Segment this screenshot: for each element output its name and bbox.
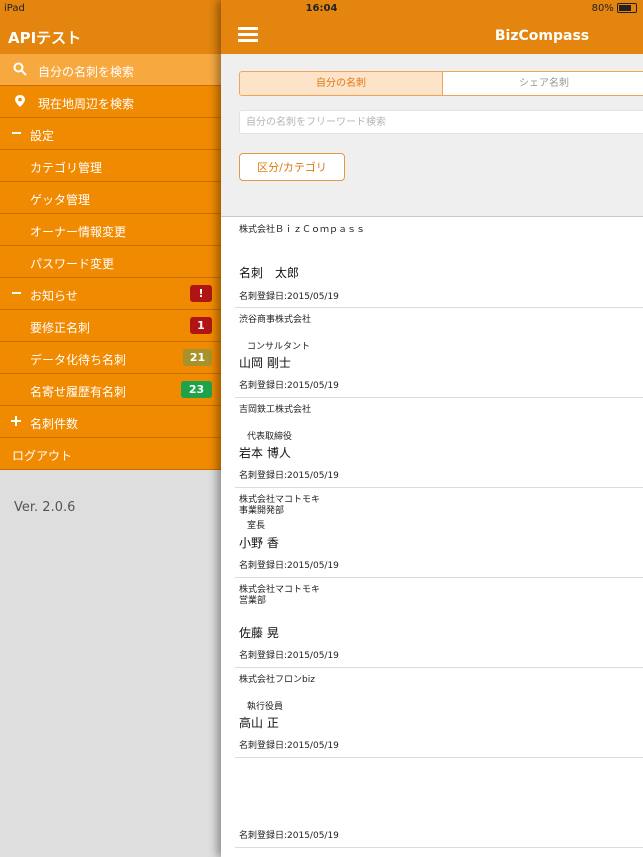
sidebar-item-settings[interactable]: 設定 — [0, 118, 221, 150]
company-name: 株式会社マコトモキ 営業部 — [239, 585, 321, 606]
person-name: 佐藤 晃 — [239, 626, 279, 640]
sidebar-item-label: 設定 — [30, 129, 55, 143]
search-icon — [13, 62, 27, 76]
tab-shared-cards[interactable]: シェア名刺 — [443, 72, 643, 95]
company-name: 吉岡鉄工株式会社 — [239, 405, 312, 415]
battery-indicator: 80% — [592, 3, 637, 14]
page-title: BizCompass — [494, 28, 590, 44]
sidebar-item-notices[interactable]: お知らせ ! — [0, 278, 221, 310]
sidebar-item-label: オーナー情報変更 — [30, 225, 127, 239]
job-title: 室長 — [247, 521, 266, 531]
sidebar-item-label: 現在地周辺を検索 — [38, 97, 135, 111]
list-item[interactable]: 株式会社ＢｉｚＣｏｍｐａｓｓ 名刺 太郎 名刺登録日:2015/05/19 — [235, 217, 643, 308]
list-item[interactable]: 吉岡鉄工株式会社 代表取締役 岩本 博人 名刺登録日:2015/05/19 — [235, 397, 643, 488]
registration-date: 名刺登録日:2015/05/19 — [239, 561, 339, 571]
company-name: 株式会社マコトモキ 事業開発部 — [239, 495, 321, 516]
person-name: 山岡 剛士 — [239, 356, 291, 370]
company-name: 株式会社ＢｉｚＣｏｍｐａｓｓ — [239, 225, 366, 235]
registration-date: 名刺登録日:2015/05/19 — [239, 471, 339, 481]
sidebar-item-search-nearby[interactable]: 現在地周辺を検索 — [0, 86, 221, 118]
sidebar-item-label: 名寄せ履歴有名刺 — [30, 385, 127, 399]
sidebar-item-label: 自分の名刺を検索 — [38, 65, 135, 79]
sidebar-item-getter-management[interactable]: ゲッタ管理 — [0, 182, 221, 214]
person-name: 小野 香 — [239, 536, 279, 550]
battery-icon — [617, 3, 637, 13]
sidebar-item-label: ゲッタ管理 — [30, 193, 91, 207]
sidebar-item-label: 名刺件数 — [30, 417, 79, 431]
person-name: 高山 正 — [239, 716, 279, 730]
job-title: 執行役員 — [247, 702, 284, 712]
minus-icon — [12, 292, 21, 294]
list-item[interactable]: 渋谷商事株式会社 コンサルタント 山岡 剛士 名刺登録日:2015/05/19 — [235, 307, 643, 398]
sidebar-item-card-count[interactable]: 名刺件数 — [0, 406, 221, 438]
filter-panel: 自分の名刺 シェア名刺 自分の名刺をフリーワード検索 区分/カテゴリ — [221, 54, 643, 217]
notice-badge: ! — [190, 285, 212, 302]
registration-date: 名刺登録日:2015/05/19 — [239, 292, 339, 302]
sidebar-item-label: データ化待ち名刺 — [30, 353, 127, 367]
job-title: コンサルタント — [247, 342, 311, 352]
registration-date: 名刺登録日:2015/05/19 — [239, 831, 339, 841]
registration-date: 名刺登録日:2015/05/19 — [239, 741, 339, 751]
list-item[interactable]: 株式会社マコトモキ 事業開発部 室長 小野 香 名刺登録日:2015/05/19 — [235, 487, 643, 578]
count-badge: 21 — [183, 349, 212, 366]
location-pin-icon — [15, 95, 25, 107]
plus-icon — [11, 416, 21, 426]
company-name: 渋谷商事株式会社 — [239, 315, 312, 325]
sidebar-item-label: ログアウト — [12, 449, 73, 463]
list-item[interactable]: 名刺登録日:2015/05/19 — [235, 757, 643, 848]
list-item[interactable]: 株式会社フロンbiz 執行役員 高山 正 名刺登録日:2015/05/19 — [235, 667, 643, 758]
sidebar-item-label: パスワード変更 — [30, 257, 115, 271]
sidebar-item-category-management[interactable]: カテゴリ管理 — [0, 150, 221, 182]
registration-date: 名刺登録日:2015/05/19 — [239, 651, 339, 661]
person-name: 岩本 博人 — [239, 446, 291, 460]
clock: 16:04 — [305, 3, 338, 14]
tab-own-cards[interactable]: 自分の名刺 — [240, 72, 443, 95]
company-name: 株式会社フロンbiz — [239, 675, 315, 685]
main-panel: BizCompass 自分の名刺 シェア名刺 自分の名刺をフリーワード検索 区分… — [221, 0, 643, 857]
search-input[interactable]: 自分の名刺をフリーワード検索 — [239, 110, 643, 134]
sidebar-item-needs-fix[interactable]: 要修正名刺 1 — [0, 310, 221, 342]
sidebar-item-pending-data[interactable]: データ化待ち名刺 21 — [0, 342, 221, 374]
count-badge: 1 — [190, 317, 212, 334]
list-item[interactable]: 株式会社マコトモキ 営業部 佐藤 晃 名刺登録日:2015/05/19 — [235, 577, 643, 668]
sidebar-item-owner-info[interactable]: オーナー情報変更 — [0, 214, 221, 246]
sidebar-item-password[interactable]: パスワード変更 — [0, 246, 221, 278]
sidebar-item-logout[interactable]: ログアウト — [0, 438, 221, 470]
tab-segment: 自分の名刺 シェア名刺 — [239, 71, 643, 96]
sidebar: APIテスト 自分の名刺を検索 現在地周辺を検索 設定 カテゴリ管理 ゲッタ管理… — [0, 0, 221, 857]
sidebar-title: APIテスト — [8, 29, 82, 47]
sidebar-item-label: お知らせ — [30, 289, 78, 303]
category-button[interactable]: 区分/カテゴリ — [239, 153, 345, 181]
version-label: Ver. 2.0.6 — [14, 500, 76, 515]
minus-icon — [12, 132, 21, 134]
registration-date: 名刺登録日:2015/05/19 — [239, 381, 339, 391]
sidebar-item-label: カテゴリ管理 — [30, 161, 103, 175]
job-title: 代表取締役 — [247, 432, 293, 442]
sidebar-item-search-own[interactable]: 自分の名刺を検索 — [0, 54, 221, 86]
person-name: 名刺 太郎 — [239, 266, 300, 280]
status-bar: iPad 16:04 80% — [0, 0, 643, 18]
battery-percent: 80% — [591, 3, 614, 14]
sidebar-item-label: 要修正名刺 — [30, 321, 91, 335]
sidebar-item-merge-history[interactable]: 名寄せ履歴有名刺 23 — [0, 374, 221, 406]
count-badge: 23 — [181, 381, 212, 398]
